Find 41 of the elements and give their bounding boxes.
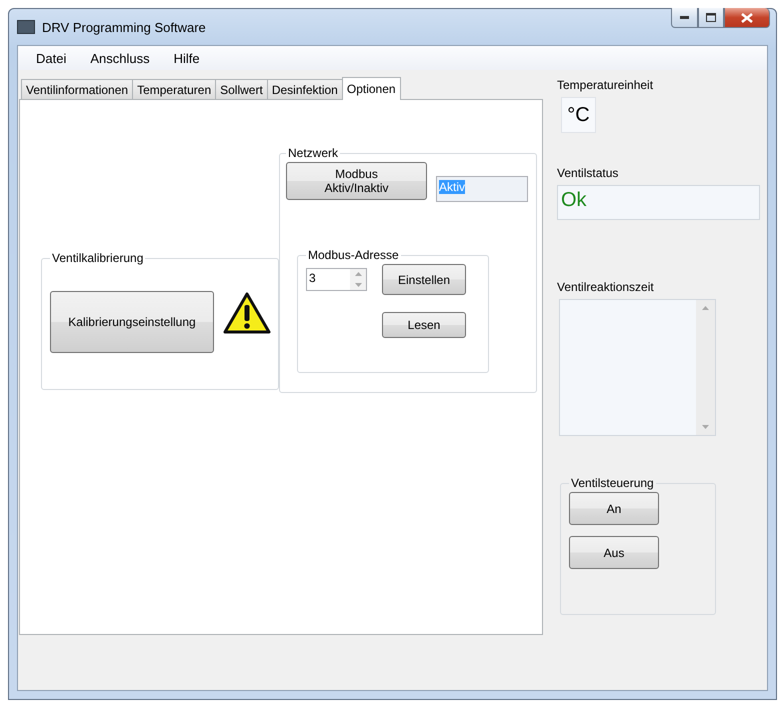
app-logo-icon [17,20,35,34]
scroll-down-icon[interactable] [702,425,709,429]
reaction-time-area[interactable] [559,299,716,436]
modbus-toggle-button[interactable]: Modbus Aktiv/Inaktiv [286,162,427,200]
address-button[interactable]: Lesen [382,312,466,338]
close-icon [741,12,753,22]
field-label: Ventilreaktionszeit [557,280,655,294]
tab[interactable]: Sollwert [215,79,268,99]
status-field-value: Aktiv [439,180,466,194]
valve-control-button[interactable]: Aus [569,536,659,569]
address-value: 3 [308,270,317,287]
valve-control-button[interactable]: An [569,492,659,525]
calibration-button[interactable]: Kalibrierungseinstellung [50,291,214,353]
address-button[interactable]: Einstellen [382,264,466,295]
field-label: Ventilstatus [557,166,620,180]
scrollbar[interactable] [696,300,715,435]
group-title: Netzwerk [287,146,340,160]
spin-down-icon[interactable] [354,283,362,287]
group-title: Ventilkalibrierung [51,251,144,265]
minimize-button[interactable] [671,8,698,28]
tab[interactable]: Desinfektion [266,79,343,99]
window-title: DRV Programming Software [42,20,207,34]
scroll-up-icon[interactable] [702,306,709,310]
tab[interactable]: Ventilinformationen [21,79,134,99]
menu-item[interactable]: Hilfe [162,50,212,66]
menu-item[interactable]: Datei [24,50,78,66]
temperature-unit-value: °C [561,97,596,133]
minimize-icon [680,16,689,19]
tab[interactable]: Temperaturen [132,79,216,99]
valve-status-value: Ok [557,185,760,220]
menu-item[interactable]: Anschluss [78,50,162,66]
close-button[interactable] [724,8,770,28]
address-spinner[interactable]: 3 [306,268,367,291]
maximize-button[interactable] [698,8,724,28]
maximize-icon [706,13,716,22]
spin-up-icon[interactable] [354,272,362,276]
group-title: Ventilsteuerung [570,476,655,490]
tab[interactable]: Optionen [342,77,401,100]
group-title: Modbus-Adresse [307,248,400,262]
warning-icon [223,292,271,334]
field-label: Temperatureinheit [557,78,654,92]
